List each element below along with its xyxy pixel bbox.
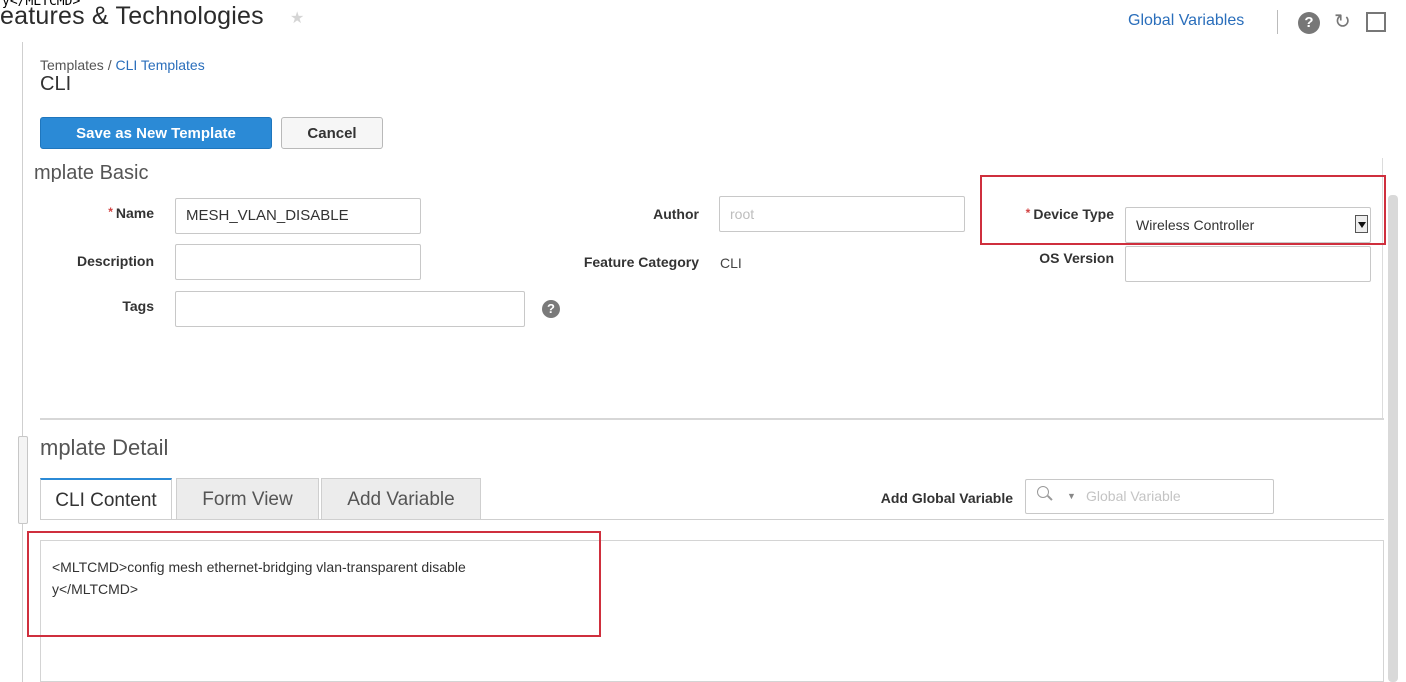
tags-label: Tags (122, 298, 154, 314)
author-label: Author (653, 206, 699, 222)
template-basic-heading: mplate Basic (34, 152, 149, 182)
breadcrumb-root[interactable]: Templates (40, 57, 104, 73)
os-version-label: OS Version (1039, 250, 1114, 266)
breadcrumb-separator: / (103, 57, 116, 73)
breadcrumb: Templates / CLI Templates (40, 57, 205, 73)
add-global-variable-label: Add Global Variable (880, 490, 1013, 506)
star-icon[interactable]: ★ (290, 8, 304, 28)
device-type-highlight (980, 175, 1386, 245)
global-variables-link[interactable]: Global Variables (1128, 12, 1244, 30)
global-variable-placeholder: Global Variable (1086, 488, 1181, 504)
template-detail-heading: mplate Detail (40, 435, 169, 460)
breadcrumb-cli-templates[interactable]: CLI Templates (115, 57, 204, 73)
tab-underline (40, 519, 1384, 520)
name-label: * Name (70, 205, 154, 221)
author-field[interactable]: root (719, 196, 965, 232)
tags-help-icon[interactable]: ? (542, 300, 560, 318)
cancel-button[interactable]: Cancel (281, 117, 383, 149)
section-divider (40, 418, 1384, 420)
os-version-field[interactable] (1125, 246, 1371, 282)
layout-icon[interactable] (1366, 12, 1386, 32)
name-field[interactable]: MESH_VLAN_DISABLE (175, 198, 421, 234)
caret-down-icon[interactable]: ▼ (1067, 491, 1076, 501)
scrollbar[interactable] (1388, 195, 1398, 682)
page-title: CLI (40, 73, 72, 95)
name-label-text: Name (115, 205, 154, 221)
header-divider (1277, 10, 1278, 34)
template-basic-heading-text: mplate Basic (34, 162, 149, 182)
top-bar: eatures & Technologies ★ Global Variable… (0, 0, 1406, 42)
cli-content-highlight (27, 531, 601, 637)
tags-field[interactable] (175, 291, 525, 327)
tab-form-view[interactable]: Form View (176, 478, 319, 520)
refresh-icon[interactable]: ↻ (1334, 9, 1351, 34)
left-frame-line (22, 42, 23, 682)
tab-cli-content[interactable]: CLI Content (40, 478, 172, 520)
feature-category-value: CLI (720, 255, 742, 271)
resize-handle[interactable] (18, 436, 28, 524)
required-marker: * (108, 205, 113, 219)
tab-add-variable[interactable]: Add Variable (321, 478, 481, 520)
help-icon[interactable]: ? (1298, 12, 1320, 34)
description-label: Description (76, 253, 154, 269)
save-as-new-template-button[interactable]: Save as New Template (40, 117, 272, 149)
feature-category-label: Feature Category (583, 254, 699, 270)
description-field[interactable] (175, 244, 421, 280)
overlay-stray-text: y</MLTCMD> (2, 0, 81, 9)
